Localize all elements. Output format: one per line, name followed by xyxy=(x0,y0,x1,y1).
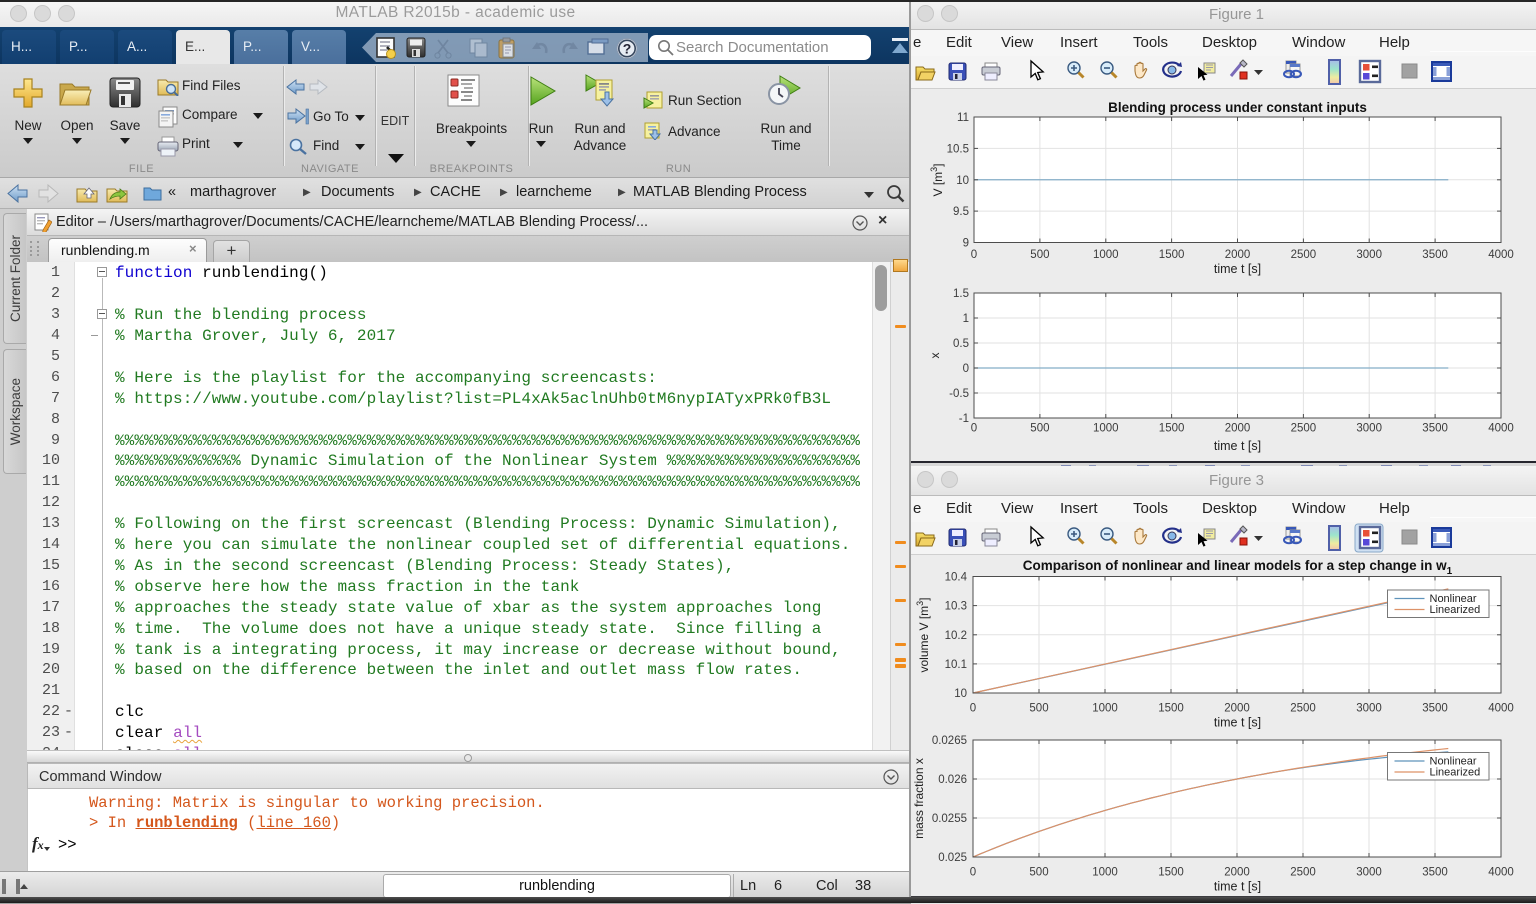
svg-text:Linearized: Linearized xyxy=(1430,604,1481,616)
svg-text:4000: 4000 xyxy=(1488,867,1514,879)
svg-text:3000: 3000 xyxy=(1356,423,1382,435)
svg-text:10.4: 10.4 xyxy=(945,572,968,584)
svg-text:Blending process under constan: Blending process under constant inputs xyxy=(1108,100,1367,115)
svg-text:3500: 3500 xyxy=(1422,423,1448,435)
svg-text:?: ? xyxy=(623,41,632,57)
svg-text:-1: -1 xyxy=(959,413,969,425)
svg-text:10.3: 10.3 xyxy=(945,601,967,613)
svg-text:10: 10 xyxy=(956,175,969,187)
svg-text:11: 11 xyxy=(957,112,969,124)
svg-text:500: 500 xyxy=(1030,423,1049,435)
svg-text:3000: 3000 xyxy=(1356,249,1382,261)
svg-text:1: 1 xyxy=(963,313,969,325)
svg-text:2000: 2000 xyxy=(1225,249,1251,261)
svg-text:1.5: 1.5 xyxy=(953,288,969,300)
svg-text:10.5: 10.5 xyxy=(947,143,969,155)
svg-text:1000: 1000 xyxy=(1093,249,1119,261)
svg-text:500: 500 xyxy=(1030,249,1049,261)
svg-text:9: 9 xyxy=(963,238,969,250)
svg-text:10.2: 10.2 xyxy=(945,630,967,642)
svg-text:time t [s]: time t [s] xyxy=(1214,439,1261,453)
svg-text:2500: 2500 xyxy=(1291,249,1317,261)
svg-text:1500: 1500 xyxy=(1158,703,1184,715)
svg-text:4000: 4000 xyxy=(1488,249,1514,261)
svg-text:0: 0 xyxy=(971,249,977,261)
svg-text:mass fraction x: mass fraction x xyxy=(912,758,926,839)
svg-text:1000: 1000 xyxy=(1093,423,1119,435)
svg-text:2500: 2500 xyxy=(1291,423,1317,435)
svg-text:time t [s]: time t [s] xyxy=(1214,716,1261,730)
svg-text:3500: 3500 xyxy=(1422,703,1448,715)
svg-text:2500: 2500 xyxy=(1290,867,1316,879)
svg-text:0: 0 xyxy=(970,867,976,879)
svg-text:0.026: 0.026 xyxy=(938,774,967,786)
svg-text:0: 0 xyxy=(963,363,969,375)
svg-text:2000: 2000 xyxy=(1225,423,1251,435)
svg-text:2000: 2000 xyxy=(1224,867,1250,879)
svg-text:2500: 2500 xyxy=(1290,703,1316,715)
svg-text:1500: 1500 xyxy=(1159,249,1185,261)
svg-text:500: 500 xyxy=(1029,867,1048,879)
svg-text:V [m3]: V [m3] xyxy=(929,163,945,196)
svg-text:1000: 1000 xyxy=(1092,703,1118,715)
svg-text:1500: 1500 xyxy=(1158,867,1184,879)
svg-text:-0.5: -0.5 xyxy=(949,388,969,400)
svg-text:3500: 3500 xyxy=(1422,249,1448,261)
svg-text:0.0265: 0.0265 xyxy=(932,735,967,747)
svg-text:4000: 4000 xyxy=(1488,703,1514,715)
svg-text:3500: 3500 xyxy=(1422,867,1448,879)
svg-text:x: x xyxy=(928,353,942,359)
svg-text:0.5: 0.5 xyxy=(953,338,969,350)
svg-text:10.1: 10.1 xyxy=(945,659,967,671)
svg-text:0: 0 xyxy=(970,703,976,715)
svg-text:0.025: 0.025 xyxy=(938,852,967,864)
svg-text:time t [s]: time t [s] xyxy=(1214,880,1261,894)
svg-text:10: 10 xyxy=(954,688,967,700)
svg-text:Comparison of nonlinear and li: Comparison of nonlinear and linear model… xyxy=(1023,558,1453,577)
svg-text:time t [s]: time t [s] xyxy=(1214,262,1261,276)
svg-text:3000: 3000 xyxy=(1356,703,1382,715)
svg-text:9.5: 9.5 xyxy=(953,206,969,218)
svg-text:1500: 1500 xyxy=(1159,423,1185,435)
svg-text:2000: 2000 xyxy=(1224,703,1250,715)
svg-text:4000: 4000 xyxy=(1488,423,1514,435)
svg-text:0.0255: 0.0255 xyxy=(932,813,967,825)
svg-text:volume V [m3]: volume V [m3] xyxy=(915,597,931,672)
svg-text:0: 0 xyxy=(971,423,977,435)
svg-text:Linearized: Linearized xyxy=(1430,767,1481,779)
svg-text:1000: 1000 xyxy=(1092,867,1118,879)
svg-text:3000: 3000 xyxy=(1356,867,1382,879)
svg-text:500: 500 xyxy=(1029,703,1048,715)
